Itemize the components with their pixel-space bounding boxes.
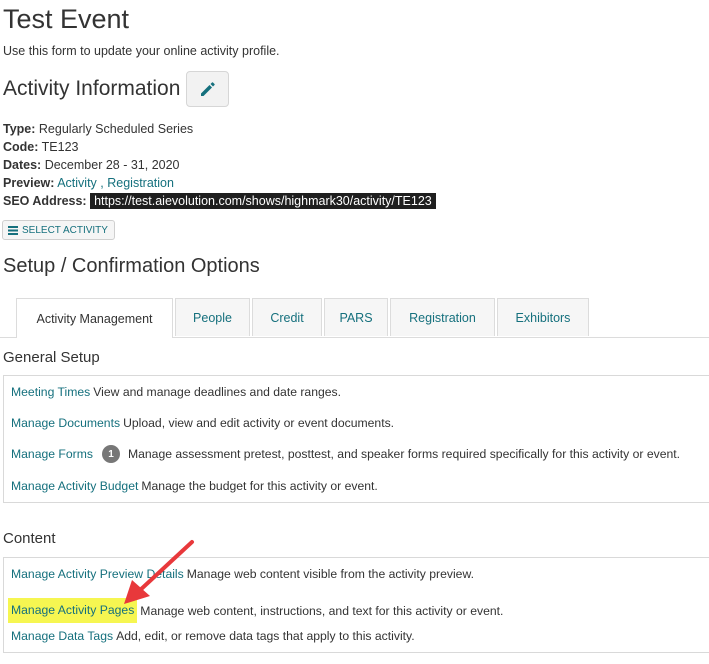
manage-activity-budget-link[interactable]: Manage Activity Budget — [11, 479, 138, 493]
manage-forms-link[interactable]: Manage Forms — [11, 447, 93, 461]
seo-value: https://test.aievolution.com/shows/highm… — [90, 193, 436, 209]
list-item: Meeting Times View and manage deadlines … — [11, 385, 341, 399]
content-panel: Manage Activity Preview Details Manage w… — [3, 557, 709, 653]
activity-preview: Preview: Activity , Registration — [3, 176, 174, 190]
code-label: Code: — [3, 140, 39, 154]
manage-documents-link[interactable]: Manage Documents — [11, 416, 120, 430]
list-item: Manage Data Tags Add, edit, or remove da… — [11, 629, 415, 643]
general-setup-panel: Meeting Times View and manage deadlines … — [3, 375, 709, 503]
item-description: Manage assessment pretest, posttest, and… — [127, 447, 681, 461]
setup-tabs: Activity Management People Credit PARS R… — [16, 298, 591, 338]
select-activity-button[interactable]: SELECT ACTIVITY — [2, 220, 115, 240]
preview-separator: , — [96, 176, 108, 190]
forms-count-badge: 1 — [101, 445, 120, 463]
tab-pars[interactable]: PARS — [324, 298, 388, 336]
content-title: Content — [3, 530, 56, 547]
type-value: Regularly Scheduled Series — [38, 122, 194, 136]
activity-dates: Dates: December 28 - 31, 2020 — [3, 158, 180, 172]
page-intro: Use this form to update your online acti… — [3, 44, 280, 58]
seo-label: SEO Address: — [3, 194, 87, 208]
preview-registration-link[interactable]: Registration — [107, 176, 174, 190]
item-description: Add, edit, or remove data tags that appl… — [116, 629, 415, 643]
tab-activity-management[interactable]: Activity Management — [16, 298, 173, 338]
tab-exhibitors[interactable]: Exhibitors — [497, 298, 589, 336]
activity-info-title: Activity Information — [3, 77, 181, 100]
edit-button[interactable] — [186, 71, 229, 107]
list-icon — [8, 225, 18, 235]
list-item: Manage Activity Preview Details Manage w… — [11, 567, 474, 581]
tab-credit[interactable]: Credit — [252, 298, 322, 336]
list-item: Manage Documents Upload, view and edit a… — [11, 416, 394, 430]
type-label: Type: — [3, 122, 36, 136]
code-value: TE123 — [41, 140, 79, 154]
activity-type: Type: Regularly Scheduled Series — [3, 122, 193, 136]
list-item: Manage Activity Pages Manage web content… — [8, 598, 503, 623]
item-description: Manage web content visible from the acti… — [186, 567, 474, 581]
manage-activity-pages-link[interactable]: Manage Activity Pages — [8, 598, 138, 623]
manage-data-tags-link[interactable]: Manage Data Tags — [11, 629, 113, 643]
dates-label: Dates: — [3, 158, 42, 172]
pencil-icon — [200, 82, 215, 96]
annotation-arrow-icon — [124, 540, 194, 604]
tab-people[interactable]: People — [175, 298, 250, 336]
item-description: Manage the budget for this activity or e… — [141, 479, 378, 493]
select-activity-label: SELECT ACTIVITY — [22, 224, 108, 236]
dates-value: December 28 - 31, 2020 — [44, 158, 180, 172]
seo-address: SEO Address: https://test.aievolution.co… — [3, 193, 436, 209]
meeting-times-link[interactable]: Meeting Times — [11, 385, 90, 399]
activity-code: Code: TE123 — [3, 140, 79, 154]
preview-label: Preview: — [3, 176, 55, 190]
list-item: Manage Forms 1 Manage assessment pretest… — [11, 445, 680, 463]
preview-activity-link[interactable]: Activity — [57, 176, 97, 190]
general-setup-title: General Setup — [3, 349, 100, 366]
item-description: Upload, view and edit activity or event … — [123, 416, 395, 430]
setup-title: Setup / Confirmation Options — [3, 255, 260, 277]
list-item: Manage Activity Budget Manage the budget… — [11, 479, 378, 493]
page-title: Test Event — [3, 4, 130, 34]
tab-registration[interactable]: Registration — [390, 298, 495, 336]
item-description: View and manage deadlines and date range… — [93, 385, 342, 399]
